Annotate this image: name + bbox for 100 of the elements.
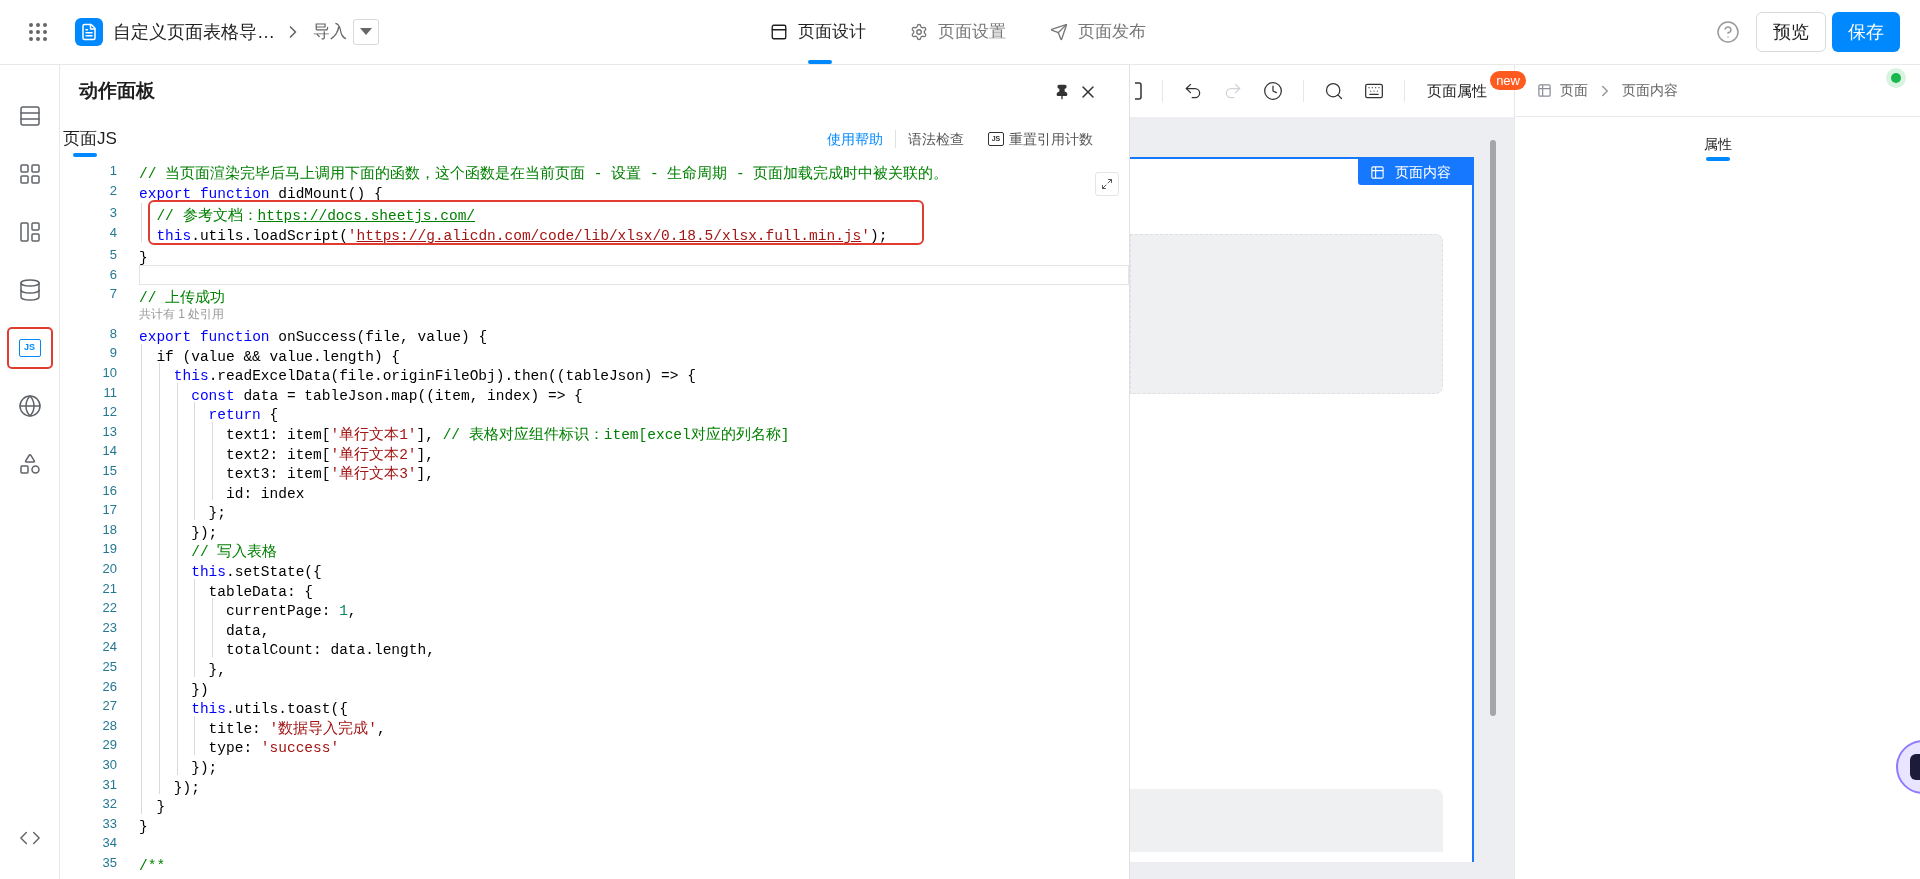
apps-grid-icon[interactable]: [26, 20, 50, 44]
clock-icon[interactable]: [1263, 81, 1283, 101]
code-line: title: '数据导入完成',: [207, 720, 386, 737]
page-js-tab[interactable]: 页面JS: [63, 118, 117, 160]
line-number: 29: [101, 736, 117, 755]
help-icon[interactable]: [1716, 20, 1740, 44]
line-number: 18: [101, 520, 117, 539]
code-line: }: [139, 250, 148, 267]
code-line: data,: [225, 622, 270, 639]
page-props-button[interactable]: 页面属性: [1427, 79, 1487, 103]
line-number: 4: [108, 223, 117, 242]
code-line: type: 'success': [207, 740, 340, 757]
top-tab[interactable]: 页面设计: [770, 0, 866, 64]
database-icon: [17, 278, 42, 302]
code-line: return {: [207, 407, 279, 424]
globe-icon: [17, 394, 42, 418]
line-number: 2: [108, 181, 117, 200]
panel-title: 动作面板: [79, 79, 155, 104]
grid-icon: [17, 162, 42, 186]
page-content-tag[interactable]: 页面内容: [1358, 159, 1472, 185]
shapes-icon: [17, 452, 42, 476]
line-number: 3: [108, 204, 117, 223]
expand-button[interactable]: [1095, 172, 1119, 196]
line-number: 14: [101, 442, 117, 461]
line-number: 30: [101, 755, 117, 774]
line-number: 26: [101, 677, 117, 696]
line-number: 17: [101, 501, 117, 520]
code-line: this.utils.loadScript('https://g.alicdn.com/code/lib/xlsx/0.18.5/xlsx.full.min.js');: [155, 227, 888, 244]
code-line: };: [207, 505, 226, 522]
code-line: });: [190, 524, 218, 541]
breadcrumb-item[interactable]: 页面: [1560, 80, 1588, 101]
line-number: 12: [101, 403, 117, 422]
top-tab[interactable]: 页面设置: [910, 0, 1006, 64]
bracket-icon[interactable]: [1134, 82, 1142, 100]
line-number: 22: [101, 599, 117, 618]
line-number: 5: [108, 246, 117, 265]
scrollbar[interactable]: [1490, 140, 1496, 716]
line-number: 20: [101, 560, 117, 578]
code-line: });: [172, 779, 200, 796]
line-number: 9: [108, 344, 117, 363]
line-number: 23: [101, 618, 117, 637]
code-line: },: [207, 662, 226, 679]
app-title: 自定义页面表格导…: [113, 20, 275, 44]
help-link[interactable]: 使用帮助: [827, 128, 883, 150]
code-line: }: [139, 818, 148, 835]
code-line: });: [190, 760, 218, 776]
code-line: const data = tableJson.map((item, index) => {: [190, 387, 583, 404]
properties-tab[interactable]: 属性: [1703, 127, 1732, 161]
dropdown-button[interactable]: [353, 19, 379, 45]
save-button[interactable]: 保存: [1832, 12, 1900, 52]
layout-icon: [17, 220, 42, 244]
line-number: 34: [101, 834, 117, 853]
code-line: // 参考文档：https://docs.sheetjs.com/: [155, 208, 476, 225]
code-line: /**: [139, 858, 166, 874]
line-number: 35: [101, 853, 117, 872]
line-number: 25: [101, 657, 117, 676]
table-icon: [1370, 164, 1385, 180]
top-tab[interactable]: 页面发布: [1050, 0, 1146, 64]
line-number: 6: [108, 265, 117, 284]
code-line: text2: item['单行文本2'],: [225, 446, 434, 463]
pin-icon[interactable]: [1054, 83, 1070, 100]
code-line: // 写入表格: [190, 544, 278, 561]
code-line: text1: item['单行文本1'], // 表格对应组件标识：item[excel对应的列名称]: [225, 426, 790, 443]
app-logo: [75, 18, 103, 46]
new-badge: new: [1490, 71, 1526, 90]
line-number: 27: [101, 697, 117, 716]
expand-icon: [1101, 178, 1113, 190]
table-icon: [1537, 83, 1552, 98]
line-number: 10: [101, 364, 117, 383]
line-number: 1: [108, 161, 117, 180]
code-line: }: [155, 799, 166, 816]
line-number: 33: [101, 814, 117, 833]
undo-icon[interactable]: [1183, 81, 1203, 101]
keyboard-icon[interactable]: [1364, 81, 1384, 101]
code-line: if (value && value.length) {: [155, 348, 401, 365]
breadcrumb-item[interactable]: 页面内容: [1622, 80, 1678, 101]
paper-plane-icon: [1050, 23, 1068, 41]
code-line: this.utils.toast({: [190, 701, 348, 718]
preview-button[interactable]: 预览: [1756, 12, 1826, 52]
code-line: totalCount: data.length,: [225, 642, 435, 659]
code-line: currentPage: 1,: [225, 603, 357, 620]
page-frame[interactable]: 页面内容: [1130, 157, 1474, 862]
line-number: 13: [101, 422, 117, 441]
code-line: this.setState({: [190, 564, 322, 581]
code-line: // 上传成功: [139, 289, 226, 306]
line-number: 11: [102, 383, 117, 402]
window-icon: [770, 23, 788, 41]
outline-icon: [17, 104, 42, 128]
code-line: }): [190, 681, 209, 698]
code-line: id: index: [225, 485, 305, 502]
line-number: 16: [101, 481, 117, 500]
line-number: 31: [101, 775, 117, 794]
gear-icon: [910, 23, 928, 41]
breadcrumb-item[interactable]: 导入: [313, 19, 347, 45]
search-icon[interactable]: [1324, 81, 1344, 101]
js-rail-item[interactable]: JS: [6, 327, 53, 369]
line-number: 8: [108, 324, 117, 343]
line-number: 24: [101, 638, 117, 657]
line-number: 15: [101, 462, 117, 480]
lint-link[interactable]: 语法检查: [908, 128, 964, 150]
